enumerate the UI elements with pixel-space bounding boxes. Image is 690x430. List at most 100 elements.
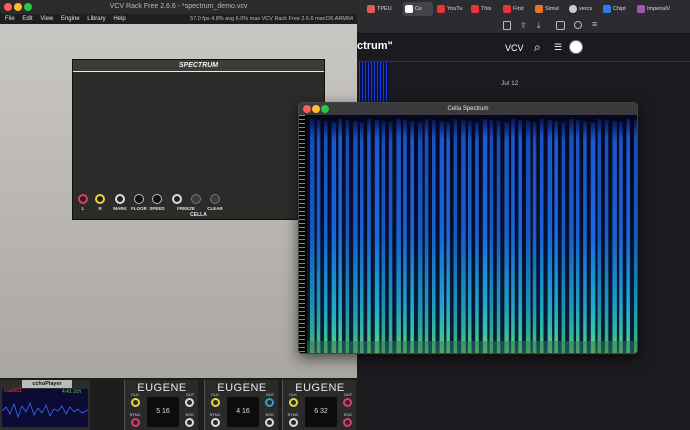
spectrogram-column [583, 121, 587, 353]
spectrogram-column [345, 120, 350, 353]
spectrogram-column [532, 122, 537, 353]
tab-youtube-2[interactable]: This [469, 2, 499, 16]
freeze-jack[interactable] [172, 194, 182, 204]
menu-icon[interactable]: ≡ [592, 19, 597, 29]
spectrogram-column [310, 119, 315, 353]
spectrogram-column [626, 119, 630, 353]
tab-github[interactable]: vercs [567, 2, 599, 16]
browser-tabs: TPEU Ce YouTu This First Simul vercs Chi… [357, 0, 690, 18]
clk-label: CLK [211, 392, 219, 397]
eoc-jack[interactable] [185, 418, 194, 427]
minimize-icon[interactable] [312, 105, 320, 113]
spectrogram-column [518, 120, 522, 353]
spectrogram-column [612, 121, 617, 353]
search-icon[interactable]: ⌕ [534, 40, 541, 55]
spectrogram-column [590, 122, 596, 353]
sync-jack[interactable] [211, 418, 220, 427]
clk-jack[interactable] [131, 398, 140, 407]
spectrogram-column [338, 119, 342, 353]
menu-file[interactable]: File [5, 14, 15, 24]
eoc-jack[interactable] [343, 418, 352, 427]
spectrogram-column [453, 119, 458, 353]
spectrogram-column [540, 119, 544, 353]
eugene-module[interactable]: EUGENE CLK SYNC 5 16 OUT EOC [124, 380, 198, 430]
spectrogram-column [388, 122, 393, 353]
close-icon[interactable] [4, 3, 12, 11]
avatar[interactable] [569, 40, 583, 54]
menu-view[interactable]: View [40, 14, 53, 24]
clear-button[interactable] [210, 194, 220, 204]
account-icon[interactable] [574, 21, 582, 29]
menu-library[interactable]: Library [87, 14, 105, 24]
minimize-icon[interactable] [14, 3, 22, 11]
spectrogram-column [418, 122, 423, 353]
post-date: Jul 12 [501, 80, 519, 87]
spectrogram-display[interactable] [307, 115, 637, 353]
extension-icon[interactable] [556, 21, 565, 30]
tab-youtube-3[interactable]: First [501, 2, 531, 16]
site-name[interactable]: VCV [505, 43, 524, 53]
spectrogram-column [439, 121, 445, 353]
spectrogram-column [619, 122, 623, 353]
tab-ce[interactable]: Ce [403, 2, 433, 16]
hamburger-icon[interactable]: ☰ [554, 42, 562, 53]
player-title: cchoPlayer [22, 380, 72, 388]
close-icon[interactable] [303, 105, 311, 113]
engine-status: 57.0 fps 4.8% avg 6.0% max VCV Rack Free… [190, 16, 353, 22]
left-input-jack[interactable] [78, 194, 88, 204]
player-time: 4:41 2ch [62, 389, 82, 395]
eugene-module[interactable]: EUGENE CLK SYNC 4 16 OUT EOC [204, 380, 278, 430]
tab-label: TPEU [377, 6, 392, 12]
menu-edit[interactable]: Edit [22, 14, 32, 24]
speed-knob[interactable] [152, 194, 162, 204]
clk-jack[interactable] [211, 398, 220, 407]
maximize-icon[interactable] [321, 105, 329, 113]
tab-label: Ce [415, 6, 423, 12]
floor-knob[interactable] [134, 194, 144, 204]
eoc-label: EOC [265, 412, 275, 417]
spectrum-module[interactable]: SPECTRUM L R MARK FLOOR SPEED FREEZE CLE… [72, 59, 325, 220]
spectrogram-column [374, 120, 380, 353]
sync-jack[interactable] [131, 418, 140, 427]
right-input-jack[interactable] [95, 194, 105, 204]
spectrogram-column [634, 120, 637, 353]
out-jack[interactable] [343, 398, 352, 407]
spectrogram-column [360, 122, 364, 353]
out-jack[interactable] [265, 398, 274, 407]
menu-help[interactable]: Help [113, 14, 125, 24]
spectrogram-column [504, 122, 509, 353]
tab-label: YouTu [447, 6, 463, 12]
tab-youtube-1[interactable]: YouTu [435, 2, 467, 16]
tab-chipt[interactable]: Chipt [601, 2, 633, 16]
maximize-icon[interactable] [24, 3, 32, 11]
eoc-jack[interactable] [265, 418, 274, 427]
download-icon[interactable]: ⤓ [537, 21, 541, 30]
share-icon[interactable]: ⇪ [520, 21, 527, 30]
spectrogram-column [475, 122, 479, 353]
tab-simul[interactable]: Simul [533, 2, 565, 16]
mark-jack[interactable] [115, 194, 125, 204]
tab-favicon [437, 5, 445, 13]
player-file-label: crash01 [4, 388, 22, 394]
tab-imperialv[interactable]: ImperialV [635, 2, 685, 16]
vcv-titlebar[interactable]: VCV Rack Free 2.6.6 - *spectrum_demo.vcv [0, 0, 357, 14]
eugene-module[interactable]: EUGENE CLK SYNC 6 32 OUT EOC [282, 380, 356, 430]
menu-engine[interactable]: Engine [61, 14, 80, 24]
cella-titlebar[interactable]: Cella Spectrum [299, 103, 637, 115]
sync-label: SYNC [209, 412, 221, 417]
sync-jack[interactable] [289, 418, 298, 427]
reader-icon[interactable] [503, 21, 511, 30]
spectrogram-column [367, 119, 371, 353]
tab-favicon [569, 5, 577, 13]
spectrogram-column [597, 119, 602, 353]
spectrogram-column [511, 119, 515, 353]
freeze-button[interactable] [191, 194, 201, 204]
spectrogram-column [468, 121, 472, 353]
post-title[interactable]: ctrum" [357, 40, 393, 52]
clk-jack[interactable] [289, 398, 298, 407]
clk-label: CLK [289, 392, 297, 397]
cella-spectrum-window[interactable]: Cella Spectrum [298, 102, 638, 354]
tab-tpeu[interactable]: TPEU [365, 2, 401, 16]
tab-label: First [513, 6, 524, 12]
out-jack[interactable] [185, 398, 194, 407]
